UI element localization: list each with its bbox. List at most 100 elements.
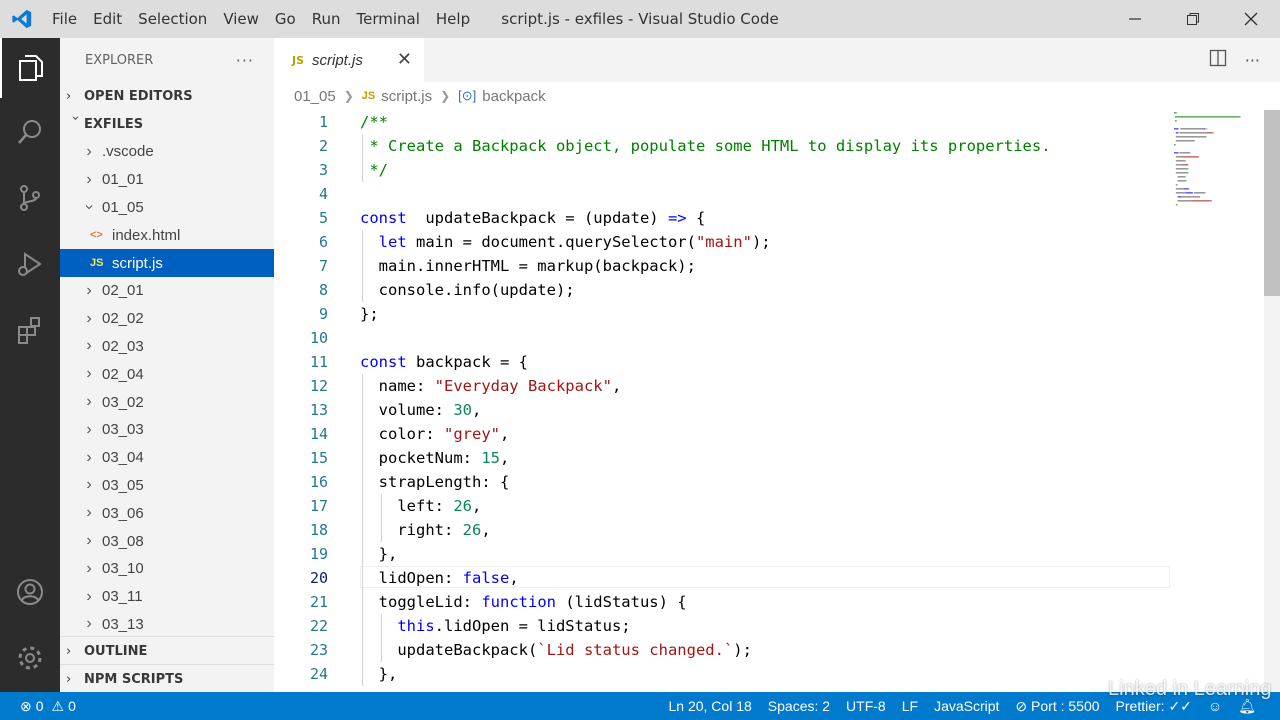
code-text: volume: 30, [360,398,482,422]
indentation[interactable]: Spaces: 2 [760,692,838,720]
tree-item[interactable]: › .vscode [60,138,274,166]
breadcrumb: 01_05 ❯ JS script.js ❯ [⊙] backpack [274,82,1280,110]
code-text: let main = document.querySelector("main"… [360,230,771,254]
code-token: false [462,569,510,587]
menu-help[interactable]: Help [428,0,478,38]
tree-item[interactable]: › 03_06 [60,499,274,527]
code-line: 1 /** [274,110,1174,134]
code-token: /** [360,113,388,131]
encoding[interactable]: UTF-8 [838,692,894,720]
menu-bar: File Edit Selection View Go Run Terminal Help [44,0,478,38]
breadcrumb-symbol[interactable]: backpack [482,88,545,105]
code-line: 2 * Create a Backpack object, populate s… [274,134,1174,158]
tree-item[interactable]: <> index.html [60,221,274,249]
settings-gear-icon[interactable] [0,628,60,688]
close-tab-icon[interactable]: ✕ [397,49,412,70]
code-text: }, [360,662,398,686]
tree-item-label: .vscode [102,143,154,161]
minimap-token [1174,152,1179,154]
menu-view[interactable]: View [215,0,267,38]
code-token: { [686,209,706,227]
tree-item[interactable]: › 02_03 [60,333,274,361]
code-line: 18 right: 26, [274,518,1174,542]
problems-indicator[interactable]: ⊗ 0 ⚠ 0 [20,692,76,720]
outline-section[interactable]: › OUTLINE [60,636,274,665]
code-token: lidOpen: [360,569,463,587]
source-control-icon[interactable] [0,168,60,228]
chevron-right-icon: › [66,643,72,659]
menu-run[interactable]: Run [304,0,349,38]
minimap-token [1206,132,1212,134]
tree-item[interactable]: › 02_02 [60,305,274,333]
chevron-down-icon: › [67,115,83,121]
minimap[interactable] [1170,110,1264,220]
code-editor[interactable]: 1 /** 2 * Create a Backpack object, popula… [274,110,1174,692]
code-line: 5 const updateBackpack = (update) => { [274,206,1174,230]
more-actions-icon[interactable]: ··· [236,51,254,70]
code-text: lidOpen: false, [360,566,519,590]
tree-item[interactable]: › 03_11 [60,583,274,611]
language-mode[interactable]: JavaScript [926,692,1007,720]
chevron-right-icon: › [86,615,92,633]
tree-item[interactable]: › 01_05 [60,194,274,222]
workspace-root-section[interactable]: › EXFILES [60,110,274,138]
linkedin-learning-watermark: Linked in Learning [1108,678,1272,700]
live-server-port[interactable]: ⊘ Port : 5500 [1007,692,1107,720]
code-text: toggleLid: function (lidStatus) { [360,590,687,614]
explorer-icon[interactable] [0,38,60,98]
chevron-right-icon: › [86,587,92,605]
menu-go[interactable]: Go [267,0,304,38]
code-text: this.lidOpen = lidStatus; [360,614,630,638]
code-token: main = document.querySelector( [406,233,696,251]
tree-item[interactable]: JS script.js [60,249,274,277]
open-editors-section[interactable]: › OPEN EDITORS [60,82,274,110]
line-ending[interactable]: LF [894,692,926,720]
minimap-token [1179,152,1191,154]
code-token: const [360,353,407,371]
minimize-button[interactable] [1106,0,1164,38]
line-number: 14 [309,425,328,443]
tree-item[interactable]: › 03_03 [60,416,274,444]
breadcrumb-file[interactable]: script.js [381,88,432,105]
tree-item-label: 02_01 [102,282,144,300]
tree-item-label: 02_02 [102,310,144,328]
menu-selection[interactable]: Selection [130,0,215,38]
minimap-token [1174,116,1241,118]
tree-item[interactable]: › 03_08 [60,527,274,555]
run-debug-icon[interactable] [0,234,60,294]
tree-item[interactable]: › 03_13 [60,611,274,639]
close-window-button[interactable] [1222,0,1280,38]
scrollbar-thumb[interactable] [1264,110,1280,296]
extensions-icon[interactable] [0,300,60,360]
restore-button[interactable] [1164,0,1222,38]
minimap-token [1177,176,1183,178]
menu-file[interactable]: File [44,0,85,38]
tree-item[interactable]: › 02_04 [60,360,274,388]
minimap-token [1206,128,1208,130]
account-icon[interactable] [0,562,60,622]
tree-item[interactable]: › 01_01 [60,166,274,194]
tree-item[interactable]: › 03_10 [60,555,274,583]
menu-terminal[interactable]: Terminal [349,0,428,38]
tab-script-js[interactable]: JS script.js ✕ [274,38,424,82]
minimap-token [1179,132,1207,134]
breadcrumb-folder[interactable]: 01_05 [294,88,336,105]
more-actions-icon[interactable]: ··· [1245,51,1260,70]
minimap-token [1174,112,1177,114]
search-icon[interactable] [0,102,60,162]
npm-scripts-section[interactable]: › NPM SCRIPTS [60,664,274,693]
tree-item[interactable]: › 03_04 [60,444,274,472]
open-editors-label: OPEN EDITORS [84,88,193,104]
tab-label: script.js [312,51,363,69]
minimap-token [1175,168,1186,170]
tree-item[interactable]: › 03_05 [60,472,274,500]
code-line: 10 [274,326,1174,350]
tree-item[interactable]: › 02_01 [60,277,274,305]
tree-item[interactable]: › 03_02 [60,388,274,416]
code-token: , [500,449,510,467]
cursor-position[interactable]: Ln 20, Col 18 [660,692,759,720]
tree-item-label: 01_01 [102,171,144,189]
menu-edit[interactable]: Edit [85,0,130,38]
title-bar: File Edit Selection View Go Run Terminal Help s… [0,0,1280,38]
split-editor-icon[interactable] [1209,49,1227,71]
